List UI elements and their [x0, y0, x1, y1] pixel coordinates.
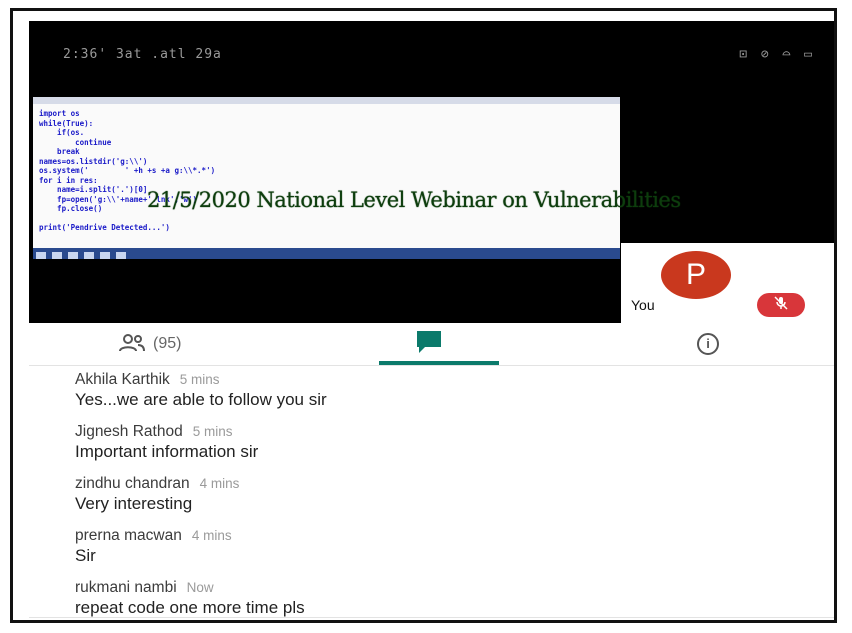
code-line: name=i.split('.')[0]: [39, 185, 148, 194]
message-time: 5 mins: [179, 372, 220, 387]
clock: 2:36: [63, 47, 99, 62]
code-line: names=os.listdir('g:\\'): [39, 156, 148, 166]
message-text: Yes...we are able to follow you sir: [75, 390, 327, 409]
people-icon: [119, 334, 145, 352]
phone-screen: 2:36' 3at .atl 29a ⊡ ⊘ ⌓ ▭ import os whi…: [29, 21, 834, 620]
mic-off-icon[interactable]: [757, 293, 805, 317]
status-icons: ⊡ ⊘ ⌓ ▭: [739, 47, 815, 62]
chat-message: Akhila Karthik 5 mins Yes...we are able t…: [75, 371, 327, 410]
chat-message: zindhu chandran 4 mins Very interesting: [75, 475, 239, 514]
tab-people[interactable]: (95): [119, 323, 269, 365]
editor-menubar: [33, 97, 620, 104]
code-line: if(os.: [39, 128, 85, 137]
code-line: print('Pendrive Detected...'): [39, 223, 170, 232]
taskbar-icon: [116, 252, 126, 259]
taskbar-icon: [36, 252, 46, 259]
tab-info[interactable]: i: [697, 323, 727, 365]
message-text: Very interesting: [75, 494, 193, 513]
divider: [29, 617, 834, 618]
code-line: continue: [39, 137, 112, 147]
code-line: while(True):: [39, 118, 94, 128]
shared-screen: import os while(True): if(os. continue b…: [33, 97, 620, 259]
code-line: fp.close(): [39, 204, 103, 213]
self-label: You: [631, 297, 655, 313]
tab-chat[interactable]: [379, 323, 499, 365]
webinar-title-overlay: 21/5/2020 National Level Webinar on Vuln…: [147, 188, 681, 212]
chat-icon: [417, 331, 441, 353]
status-bar: 2:36' 3at .atl 29a ⊡ ⊘ ⌓ ▭: [29, 21, 834, 93]
sender-name: prerna macwan: [75, 527, 182, 544]
message-text: Sir: [75, 546, 96, 565]
info-icon: i: [697, 333, 719, 355]
status-time: 2:36' 3at .atl 29a: [63, 47, 222, 62]
chat-message: rukmani nambi Now repeat code one more ti…: [75, 579, 305, 618]
code-line: break: [39, 147, 80, 156]
code-line: for i in res:: [39, 175, 98, 185]
signal-indicators: ' 3at .atl 29a: [98, 47, 222, 62]
sender-name: zindhu chandran: [75, 475, 190, 492]
chat-message: Jignesh Rathod 5 mins Important informati…: [75, 423, 258, 462]
self-video-tile[interactable]: P You: [621, 243, 834, 323]
avatar: P: [661, 251, 731, 299]
screenshot-frame: 2:36' 3at .atl 29a ⊡ ⊘ ⌓ ▭ import os whi…: [10, 8, 837, 623]
participant-count: (95): [153, 335, 182, 352]
presentation-video[interactable]: import os while(True): if(os. continue b…: [29, 93, 834, 323]
mic-off-glyph: [774, 296, 788, 310]
chat-message: prerna macwan 4 mins Sir: [75, 527, 232, 566]
code-line: import os: [39, 109, 80, 118]
message-text: Important information sir: [75, 442, 259, 461]
message-time: 5 mins: [192, 424, 233, 439]
tab-bar: (95) i: [29, 323, 834, 366]
active-tab-indicator: [379, 361, 499, 365]
windows-taskbar: [33, 248, 620, 259]
sender-name: Akhila Karthik: [75, 371, 170, 388]
sender-name: Jignesh Rathod: [75, 423, 183, 440]
code-listing: import os while(True): if(os. continue b…: [39, 109, 215, 233]
message-time: Now: [186, 580, 214, 595]
taskbar-icon: [100, 252, 110, 259]
taskbar-icon: [52, 252, 62, 259]
taskbar-icon: [84, 252, 94, 259]
message-time: 4 mins: [199, 476, 240, 491]
sender-name: rukmani nambi: [75, 579, 177, 596]
taskbar-icon: [68, 252, 78, 259]
code-line: os.system(' ' +h +s +a g:\\*.*'): [39, 166, 216, 175]
message-text: repeat code one more time pls: [75, 598, 305, 617]
message-time: 4 mins: [191, 528, 232, 543]
